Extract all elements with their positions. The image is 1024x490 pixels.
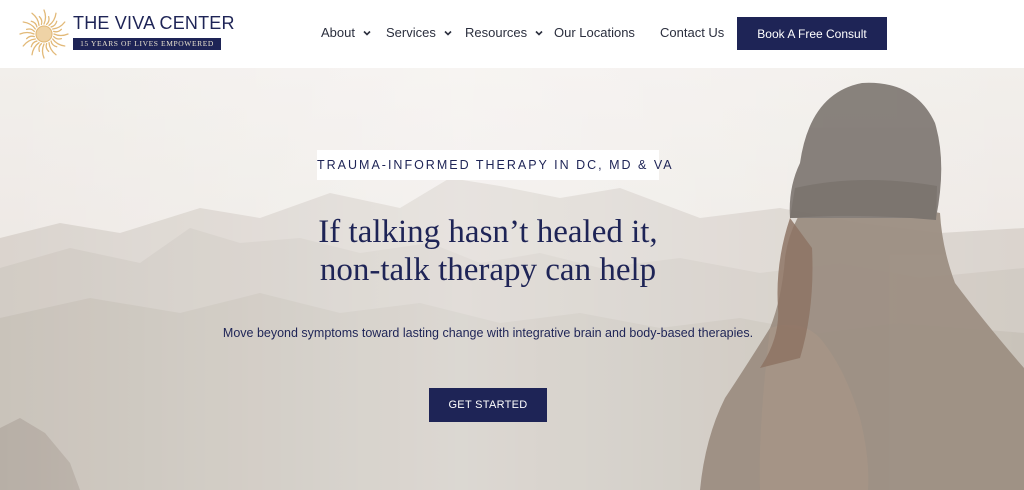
get-started-button[interactable]: GET STARTED: [429, 388, 547, 422]
nav-our-locations-label: Our Locations: [554, 25, 635, 40]
hero-subtext: Move beyond symptoms toward lasting chan…: [222, 326, 754, 340]
site-header: THE VIVA CENTER 15 YEARS OF LIVES EMPOWE…: [0, 0, 1024, 68]
chevron-down-icon: [444, 30, 452, 36]
logo-tagline: 15 YEARS OF LIVES EMPOWERED: [73, 38, 221, 50]
nav-services-label: Services: [386, 25, 436, 40]
nav-resources[interactable]: Resources: [465, 24, 544, 42]
nav-contact-us-label: Contact Us: [660, 25, 725, 40]
hero-headline-line-2: non-talk therapy can help: [319, 252, 657, 288]
nav-contact-us[interactable]: Contact Us: [660, 24, 724, 42]
logo[interactable]: THE VIVA CENTER 15 YEARS OF LIVES EMPOWE…: [18, 8, 235, 60]
sun-icon: [19, 9, 69, 59]
nav-about-label: About: [321, 25, 355, 40]
book-free-consult-button[interactable]: Book A Free Consult: [737, 17, 887, 50]
logo-name: THE VIVA CENTER: [73, 13, 235, 33]
nav-resources-label: Resources: [465, 25, 528, 40]
nav-services[interactable]: Services: [386, 24, 453, 42]
nav-our-locations[interactable]: Our Locations: [554, 24, 635, 42]
hero-headline-line-1: If talking hasn’t healed it,: [318, 214, 658, 250]
hero-eyebrow: TRAUMA-INFORMED THERAPY IN DC, MD & VA: [317, 150, 672, 180]
hero-headline: If talking hasn’t healed it, non-talk th…: [212, 213, 764, 289]
nav-about[interactable]: About: [321, 24, 372, 42]
chevron-down-icon: [535, 30, 543, 36]
hero-section: TRAUMA-INFORMED THERAPY IN DC, MD & VA I…: [0, 68, 1024, 490]
chevron-down-icon: [363, 30, 371, 36]
